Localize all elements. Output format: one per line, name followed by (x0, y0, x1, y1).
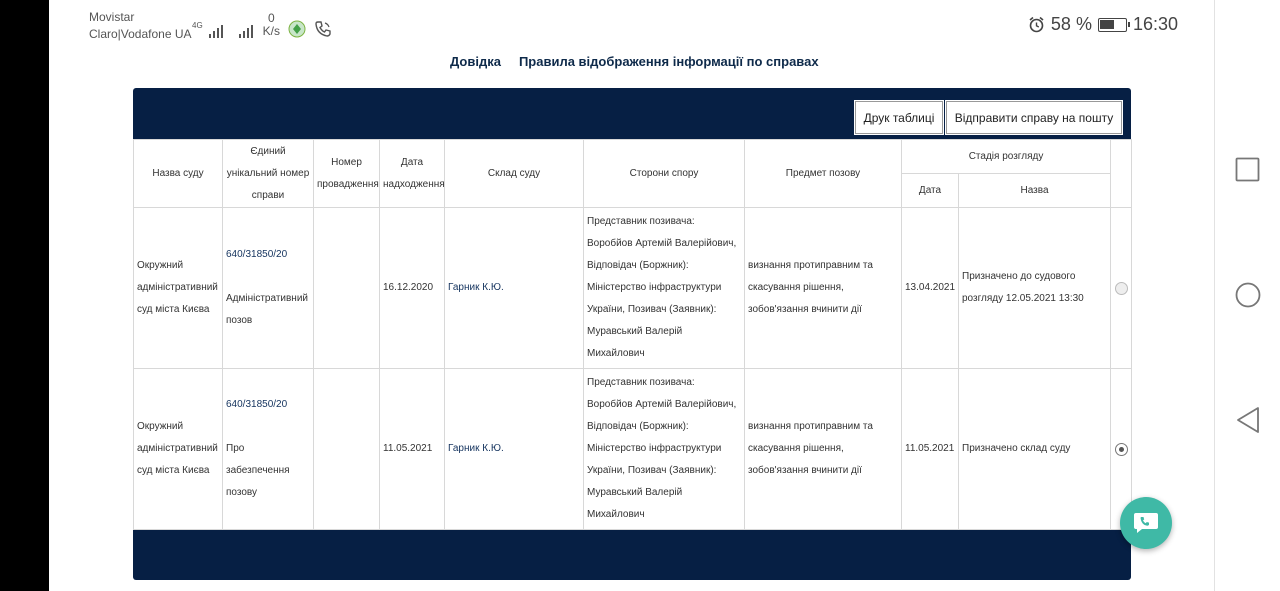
send-case-email-button[interactable]: Відправити справу на пошту (946, 101, 1122, 134)
table-row[interactable]: Окружний адміністративний суд міста Києв… (133, 368, 1133, 530)
app-notification-icon (288, 20, 306, 38)
case-type: Про забезпечення позову (226, 443, 290, 498)
battery-fill (1100, 20, 1115, 29)
cases-table: Назва суду Єдиний унікальний номер справ… (133, 139, 1133, 530)
display-rules-link[interactable]: Правила відображення інформації по справ… (519, 54, 819, 69)
signal-strength-icon-2 (238, 22, 253, 38)
status-icons: 4G 0 K/s (192, 12, 332, 38)
cell-stage-name: Призначено склад суду (957, 368, 1112, 530)
clock: 16:30 (1132, 14, 1178, 34)
judge-link[interactable]: Гарник К.Ю. (448, 443, 504, 454)
cell-court: Окружний адміністративний суд міста Києв… (133, 368, 223, 530)
network-tag: 4G (192, 21, 203, 30)
cell-court: Окружний адміністративний суд міста Києв… (133, 207, 223, 369)
header-stage-name: Назва (957, 173, 1112, 208)
row-select-radio[interactable] (1114, 281, 1128, 295)
table-toolbar: Друк таблиці Відправити справу на пошту (133, 88, 1131, 139)
top-links: Довідка Правила відображення інформації … (450, 54, 819, 69)
header-parties: Сторони спору (583, 139, 745, 208)
table-header-row: Назва суду Єдиний унікальний номер справ… (133, 139, 1133, 208)
cell-proceeding (313, 368, 380, 530)
cell-court-panel: Гарник К.Ю. (444, 368, 584, 530)
battery-percent: 58 % (1050, 14, 1092, 34)
row-select-radio[interactable] (1114, 442, 1128, 456)
square-icon[interactable] (1235, 157, 1260, 182)
cell-subject: визнання протиправним та скасування ріше… (744, 207, 902, 369)
header-proceeding: Номер провадження (313, 139, 380, 208)
case-number-link[interactable]: 640/31850/20 (226, 244, 310, 266)
carrier-primary: Movistar (89, 10, 135, 24)
header-case-number: Єдиний унікальний номер справи (222, 139, 314, 208)
header-subject: Предмет позову (744, 139, 902, 208)
cell-parties: Представник позивача: Воробйов Артемій В… (583, 207, 745, 369)
cell-select (1110, 207, 1133, 369)
cell-subject: визнання протиправним та скасування ріше… (744, 368, 902, 530)
browser-viewport: Movistar Claro|Vodafone UA 4G 0 K/s 58 % (49, 0, 1215, 591)
chat-icon (1134, 513, 1158, 533)
help-link[interactable]: Довідка (450, 54, 501, 69)
header-court-panel: Склад суду (444, 139, 584, 208)
header-date-received: Дата надходження (379, 139, 445, 208)
cell-court-panel: Гарник К.Ю. (444, 207, 584, 369)
network-speed: 0 K/s (263, 12, 280, 38)
header-stage: Стадія розгляду (900, 139, 1112, 174)
triangle-back-icon[interactable] (1235, 406, 1261, 434)
cell-stage-name: Призначено до судового розгляду 12.05.20… (957, 207, 1112, 369)
phone-call-icon (315, 21, 331, 37)
header-stage-date: Дата (901, 173, 959, 208)
table-row[interactable]: Окружний адміністративний суд міста Києв… (133, 207, 1133, 369)
signal-strength-icon (208, 22, 223, 38)
battery-icon (1097, 17, 1130, 32)
cell-stage-date: 13.04.2021 (901, 207, 959, 369)
header-select (1110, 139, 1133, 208)
circle-icon[interactable] (1235, 282, 1261, 308)
judge-link[interactable]: Гарник К.Ю. (448, 282, 504, 293)
case-number-link[interactable]: 640/31850/20 (226, 394, 310, 416)
alarm-icon (1029, 16, 1044, 33)
status-right: 58 % 16:30 (1028, 14, 1178, 35)
carrier-secondary: Claro|Vodafone UA (89, 27, 192, 41)
android-nav-bar (1215, 0, 1280, 591)
cell-case-number: 640/31850/20 Про забезпечення позову (222, 368, 314, 530)
case-type: Адміністративний позов (226, 293, 309, 326)
cell-date-received: 11.05.2021 (379, 368, 445, 530)
chat-button[interactable] (1120, 497, 1172, 549)
carrier-info: Movistar Claro|Vodafone UA (89, 9, 192, 43)
cell-parties: Представник позивача: Воробйов Артемій В… (583, 368, 745, 530)
cell-date-received: 16.12.2020 (379, 207, 445, 369)
cell-stage-date: 11.05.2021 (901, 368, 959, 530)
print-table-button[interactable]: Друк таблиці (855, 101, 943, 134)
header-court: Назва суду (133, 139, 223, 208)
speed-unit: K/s (262, 24, 281, 38)
table-footer-bar (133, 530, 1131, 580)
cell-proceeding (313, 207, 380, 369)
cell-case-number: 640/31850/20 Адміністративний позов (222, 207, 314, 369)
